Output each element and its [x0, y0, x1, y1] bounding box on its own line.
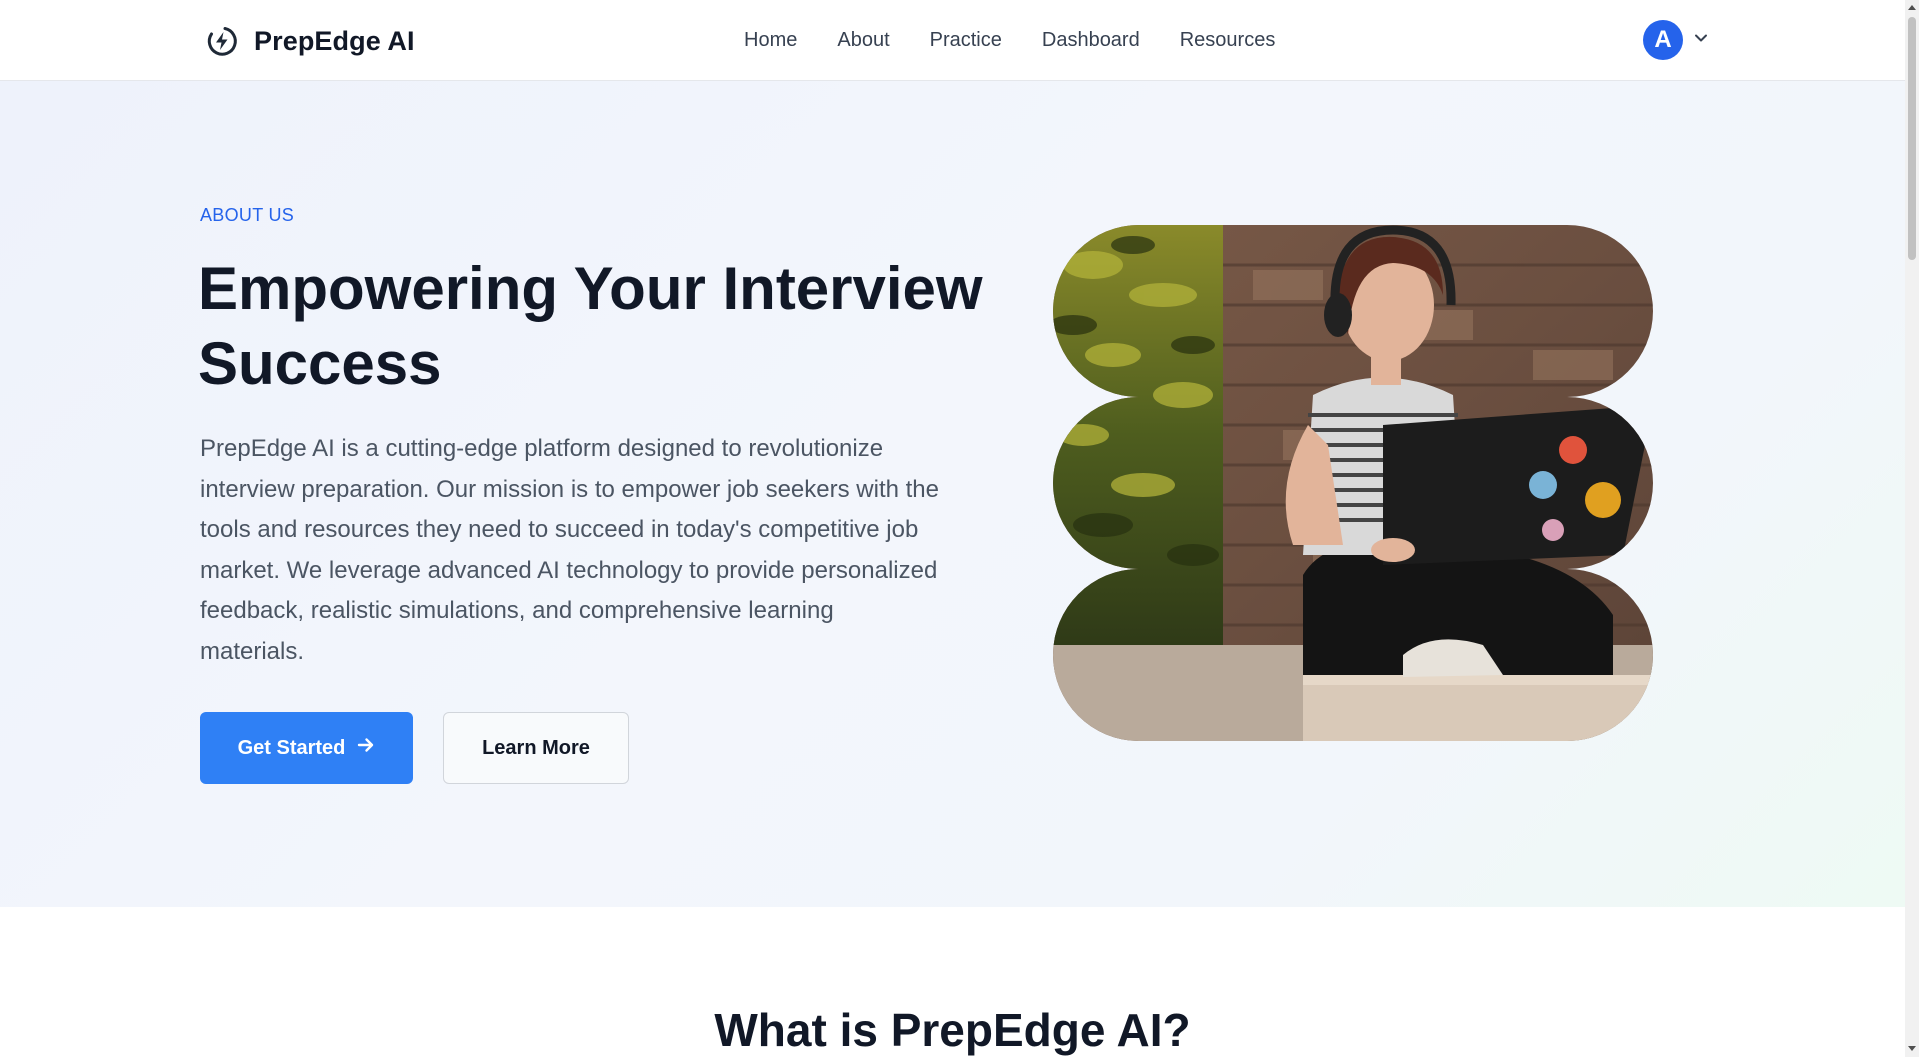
scroll-down-icon[interactable] — [1908, 1046, 1916, 1051]
section-eyebrow: ABOUT US — [200, 205, 295, 225]
nav-link-home[interactable]: Home — [744, 29, 797, 52]
chevron-down-icon — [1693, 30, 1709, 51]
top-navbar: PrepEdge AI Home About Practice Dashboar… — [0, 0, 1905, 81]
section-title-what-is: What is PrepEdge AI? — [714, 1004, 1191, 1056]
main-nav: Home About Practice Dashboard Resources — [744, 0, 1275, 81]
nav-link-about[interactable]: About — [837, 29, 889, 52]
page-scrollbar[interactable] — [1905, 0, 1919, 1057]
hero-image — [1053, 225, 1653, 770]
brand-logo-link[interactable]: PrepEdge AI — [204, 20, 415, 62]
nav-link-practice[interactable]: Practice — [930, 29, 1002, 52]
scrollbar-thumb[interactable] — [1908, 17, 1916, 260]
avatar: A — [1643, 20, 1683, 60]
learn-more-button[interactable]: Learn More — [443, 712, 629, 784]
arrow-right-icon — [357, 736, 375, 760]
get-started-button[interactable]: Get Started — [200, 712, 413, 784]
hero-section: ABOUT US Empowering Your Interview Succe… — [0, 81, 1905, 907]
brand-name: PrepEdge AI — [254, 25, 415, 56]
spark-circle-icon — [204, 23, 240, 59]
user-menu-toggle[interactable]: A — [1643, 20, 1709, 60]
nav-link-resources[interactable]: Resources — [1180, 29, 1276, 52]
hero-description: PrepEdge AI is a cutting-edge platform d… — [200, 435, 939, 665]
hero-title: Empowering Your Interview Success — [198, 255, 983, 397]
scroll-up-icon[interactable] — [1908, 5, 1916, 10]
nav-link-dashboard[interactable]: Dashboard — [1042, 29, 1140, 52]
get-started-label: Get Started — [237, 736, 346, 759]
